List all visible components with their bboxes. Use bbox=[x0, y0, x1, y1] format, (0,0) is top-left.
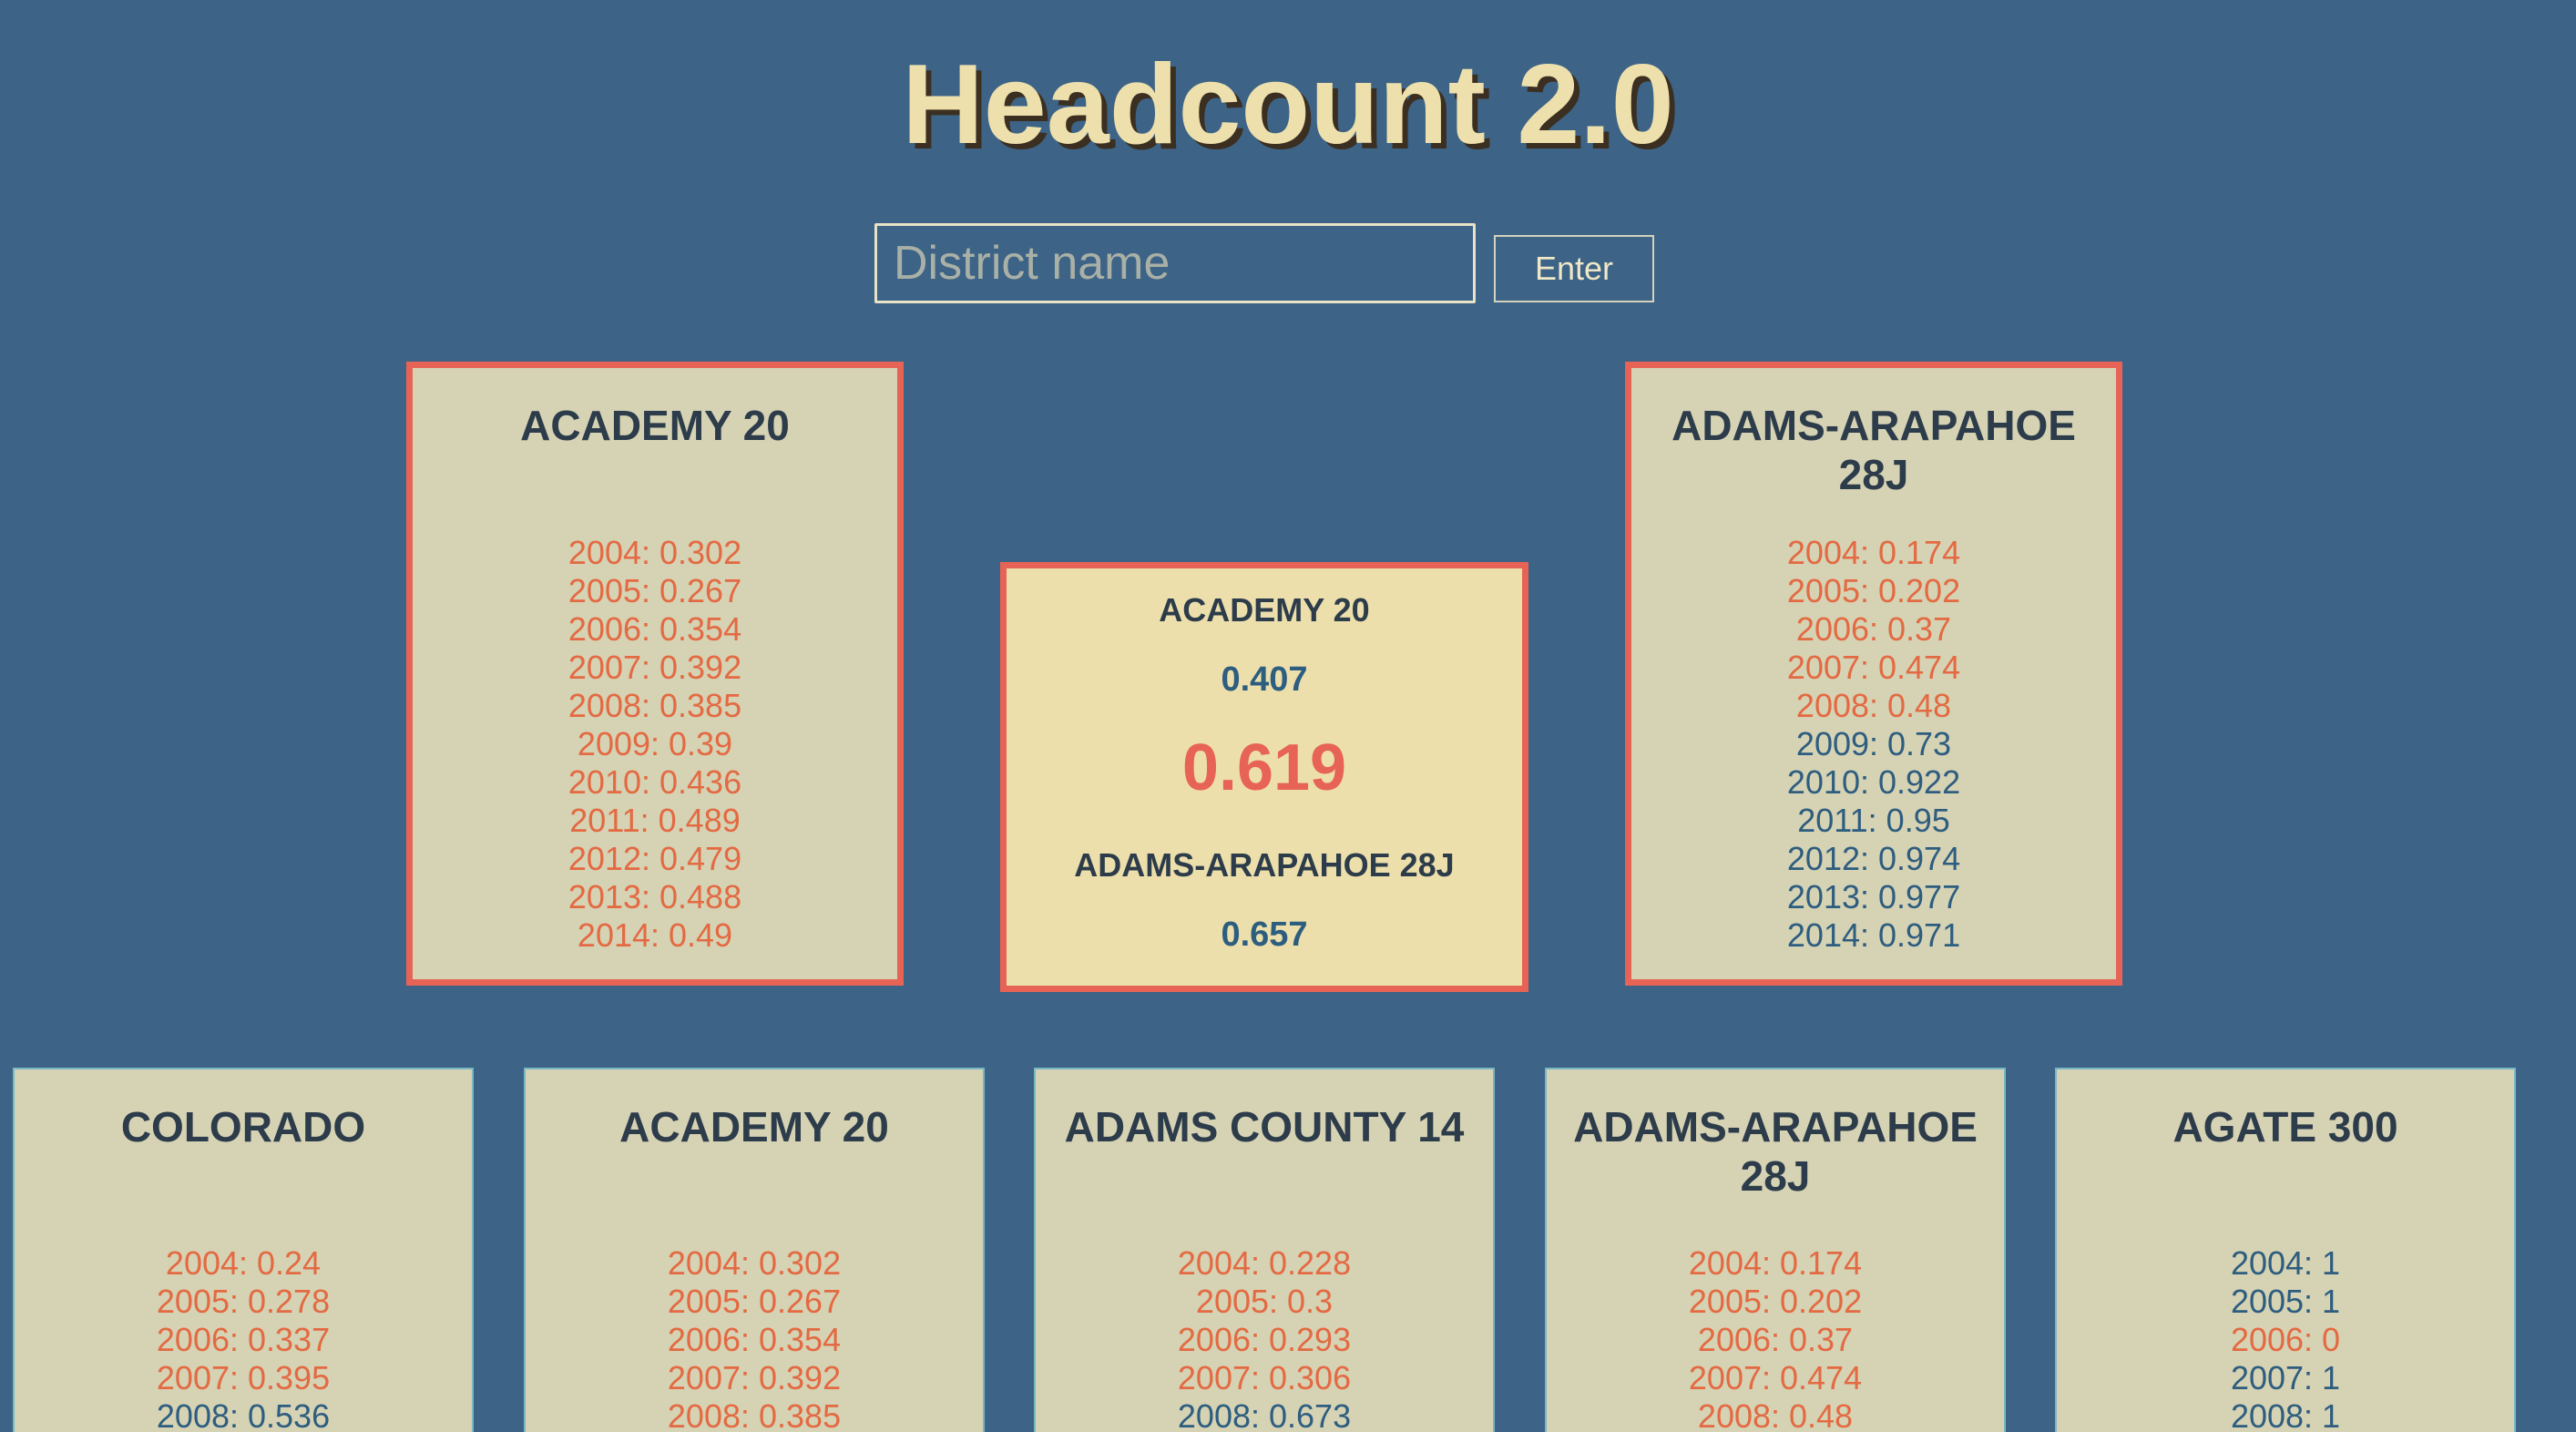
comparison-panel: ACADEMY 20 0.407 0.619 ADAMS-ARAPAHOE 28… bbox=[1000, 562, 1528, 992]
year-list: 2004: 0.228 2005: 0.3 2006: 0.293 2007: 0.3… bbox=[1036, 1244, 1493, 1432]
year-ratio-item: 2007: 0.395 bbox=[156, 1359, 331, 1396]
card-title: ACADEMY 20 bbox=[520, 402, 790, 449]
year-list: 2004: 0.302 2005: 0.267 2006: 0.354 2007: 0… bbox=[413, 534, 897, 955]
year-list: 2004: 0.174 2005: 0.202 2006: 0.37 2007: 0.… bbox=[1631, 534, 2116, 955]
card-title: ADAMS-ARAPAHOE 28J bbox=[1671, 402, 2076, 498]
year-ratio-item: 2010: 0.922 bbox=[1786, 763, 1961, 801]
year-ratio-item: 2006: 0 bbox=[2230, 1321, 2341, 1358]
year-ratio-item: 2008: 0.385 bbox=[567, 687, 742, 724]
district-card-adams-county-14[interactable]: ADAMS COUNTY 14 2004: 0.228 2005: 0.3 2006… bbox=[1034, 1068, 1495, 1432]
year-ratio-item: 2005: 0.202 bbox=[1688, 1283, 1863, 1320]
year-ratio-item: 2011: 0.95 bbox=[1797, 802, 1950, 839]
year-ratio-item: 2005: 0.202 bbox=[1786, 572, 1961, 609]
year-ratio-item: 2013: 0.488 bbox=[567, 878, 742, 915]
selected-card-2[interactable]: ADAMS-ARAPAHOE 28J 2004: 0.174 2005: 0.20… bbox=[1625, 362, 2122, 986]
year-ratio-item: 2004: 0.302 bbox=[567, 534, 742, 571]
district-search-input[interactable] bbox=[874, 223, 1476, 303]
district-card-colorado[interactable]: COLORADO 2004: 0.24 2005: 0.278 2006: 0.33… bbox=[13, 1068, 474, 1432]
year-ratio-item: 2004: 0.174 bbox=[1786, 534, 1961, 571]
comparison-first-average: 0.407 bbox=[1221, 660, 1308, 699]
year-ratio-item: 2008: 1 bbox=[2230, 1397, 2341, 1432]
year-ratio-item: 2005: 0.3 bbox=[1195, 1283, 1334, 1320]
year-ratio-item: 2005: 0.278 bbox=[156, 1283, 331, 1320]
comparison-first-name: ACADEMY 20 bbox=[1159, 591, 1370, 629]
year-ratio-item: 2004: 0.302 bbox=[667, 1244, 842, 1282]
comparison-second-name: ADAMS-ARAPAHOE 28J bbox=[1074, 846, 1455, 884]
enter-button[interactable]: Enter bbox=[1494, 235, 1654, 302]
year-ratio-item: 2009: 0.39 bbox=[577, 725, 733, 762]
year-ratio-item: 2009: 0.73 bbox=[1795, 725, 1952, 762]
card-title: AGATE 300 bbox=[2172, 1103, 2398, 1151]
card-title: COLORADO bbox=[120, 1103, 366, 1151]
year-ratio-item: 2007: 0.392 bbox=[667, 1359, 842, 1396]
year-ratio-item: 2004: 0.174 bbox=[1688, 1244, 1863, 1282]
year-list: 2004: 1 2005: 1 2006: 0 2007: 1 2008: 1 bbox=[2057, 1244, 2514, 1432]
year-ratio-item: 2012: 0.479 bbox=[567, 840, 742, 877]
year-ratio-item: 2008: 0.536 bbox=[156, 1397, 331, 1432]
year-ratio-item: 2012: 0.974 bbox=[1786, 840, 1961, 877]
card-title: ADAMS-ARAPAHOE 28J bbox=[1573, 1103, 1978, 1200]
year-list: 2004: 0.174 2005: 0.202 2006: 0.37 2007: 0.… bbox=[1547, 1244, 2004, 1432]
year-list: 2004: 0.302 2005: 0.267 2006: 0.354 2007: 0… bbox=[526, 1244, 983, 1432]
year-ratio-item: 2008: 0.48 bbox=[1697, 1397, 1854, 1432]
card-title: ACADEMY 20 bbox=[619, 1103, 889, 1151]
year-ratio-item: 2013: 0.977 bbox=[1786, 878, 1961, 915]
comparison-ratio: 0.619 bbox=[1181, 731, 1347, 804]
card-title: ADAMS COUNTY 14 bbox=[1064, 1103, 1465, 1151]
year-ratio-item: 2004: 0.228 bbox=[1177, 1244, 1352, 1282]
year-ratio-item: 2006: 0.354 bbox=[667, 1321, 842, 1358]
year-ratio-item: 2006: 0.37 bbox=[1697, 1321, 1854, 1358]
comparison-second-average: 0.657 bbox=[1221, 915, 1308, 954]
district-card-adams-arapahoe-28j[interactable]: ADAMS-ARAPAHOE 28J 2004: 0.174 2005: 0.20… bbox=[1545, 1068, 2006, 1432]
year-ratio-item: 2006: 0.354 bbox=[567, 610, 742, 648]
year-ratio-item: 2007: 1 bbox=[2230, 1359, 2341, 1396]
selected-card-1[interactable]: ACADEMY 20 2004: 0.302 2005: 0.267 2006: 0… bbox=[406, 362, 904, 986]
year-ratio-item: 2014: 0.49 bbox=[577, 916, 733, 954]
year-ratio-item: 2007: 0.306 bbox=[1177, 1359, 1352, 1396]
year-ratio-item: 2008: 0.673 bbox=[1177, 1397, 1352, 1432]
year-ratio-item: 2006: 0.37 bbox=[1795, 610, 1952, 648]
district-card-academy-20[interactable]: ACADEMY 20 2004: 0.302 2005: 0.267 2006: 0… bbox=[524, 1068, 985, 1432]
year-ratio-item: 2014: 0.971 bbox=[1786, 916, 1961, 954]
year-list: 2004: 0.24 2005: 0.278 2006: 0.337 2007: 0.… bbox=[15, 1244, 472, 1432]
year-ratio-item: 2010: 0.436 bbox=[567, 763, 742, 801]
year-ratio-item: 2007: 0.474 bbox=[1786, 649, 1961, 686]
year-ratio-item: 2005: 0.267 bbox=[567, 572, 742, 609]
year-ratio-item: 2011: 0.489 bbox=[569, 802, 741, 839]
app-title: Headcount 2.0 bbox=[902, 42, 1674, 168]
year-ratio-item: 2004: 1 bbox=[2230, 1244, 2341, 1282]
year-ratio-item: 2007: 0.392 bbox=[567, 649, 742, 686]
year-ratio-item: 2008: 0.385 bbox=[667, 1397, 842, 1432]
year-ratio-item: 2008: 0.48 bbox=[1795, 687, 1952, 724]
district-card-agate-300[interactable]: AGATE 300 2004: 1 2005: 1 2006: 0 2007: 1 20… bbox=[2055, 1068, 2516, 1432]
year-ratio-item: 2006: 0.337 bbox=[156, 1321, 331, 1358]
year-ratio-item: 2006: 0.293 bbox=[1177, 1321, 1352, 1358]
year-ratio-item: 2005: 0.267 bbox=[667, 1283, 842, 1320]
year-ratio-item: 2007: 0.474 bbox=[1688, 1359, 1863, 1396]
year-ratio-item: 2005: 1 bbox=[2230, 1283, 2341, 1320]
app-root: Headcount 2.0 Enter ACADEMY 20 2004: 0.3… bbox=[0, 0, 2576, 1432]
year-ratio-item: 2004: 0.24 bbox=[165, 1244, 322, 1282]
